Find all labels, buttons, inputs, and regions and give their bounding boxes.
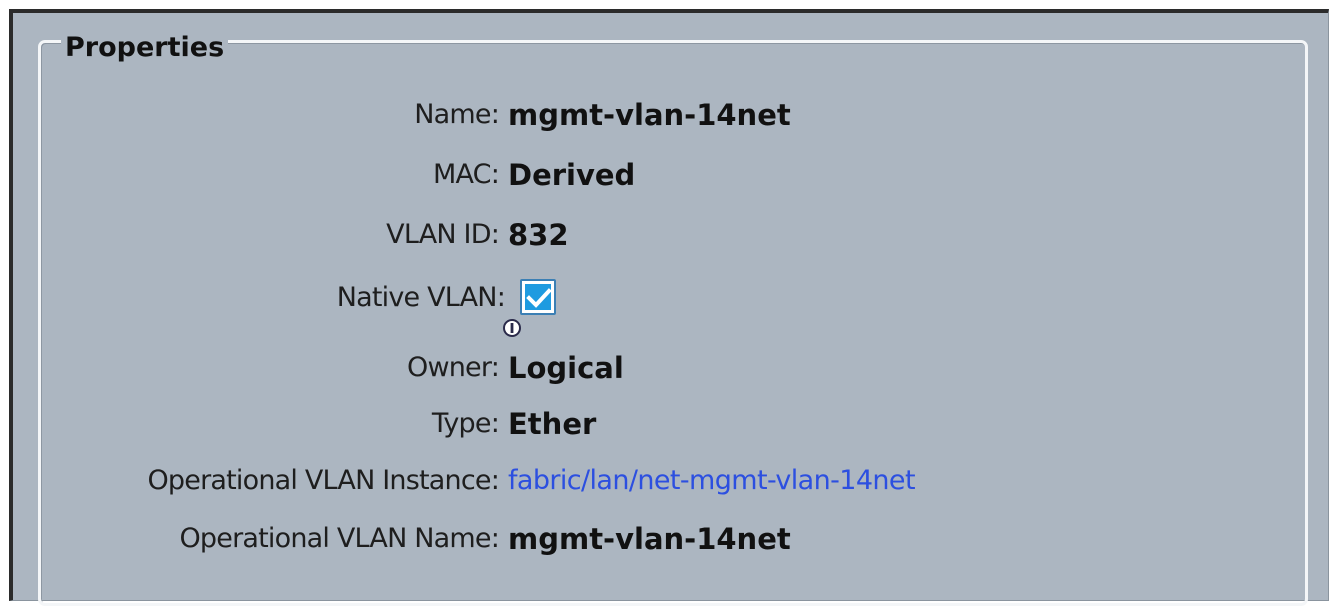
window-frame: Properties Name: mgmt-vlan-14net MAC: De… <box>0 0 1338 608</box>
mac-label: MAC: <box>432 159 500 190</box>
op-vlan-instance-row: Operational VLAN Instance: fabric/lan/ne… <box>13 461 1333 501</box>
type-row: Type: Ether <box>13 404 1333 444</box>
type-value: Ether <box>508 407 597 441</box>
check-icon <box>526 288 552 308</box>
op-vlan-instance-link[interactable]: fabric/lan/net-mgmt-vlan-14net <box>508 461 916 501</box>
owner-row: Owner: Logical <box>13 348 1333 388</box>
op-vlan-name-value: mgmt-vlan-14net <box>508 522 791 556</box>
owner-label: Owner: <box>407 352 500 383</box>
op-vlan-name-label: Operational VLAN Name: <box>179 523 499 554</box>
mac-value: Derived <box>508 158 636 192</box>
native-vlan-row: Native VLAN: <box>13 278 1333 318</box>
op-vlan-name-row: Operational VLAN Name: mgmt-vlan-14net <box>13 519 1333 559</box>
info-icon[interactable] <box>502 318 522 338</box>
vlan-id-value: 832 <box>508 218 569 252</box>
type-label: Type: <box>431 408 500 439</box>
vlan-id-row: VLAN ID: 832 <box>13 215 1333 255</box>
properties-legend: Properties <box>61 29 229 67</box>
mac-row: MAC: Derived <box>13 155 1333 195</box>
properties-panel: Properties Name: mgmt-vlan-14net MAC: De… <box>9 9 1329 606</box>
native-vlan-label: Native VLAN: <box>336 282 506 313</box>
vlan-id-label: VLAN ID: <box>386 219 500 250</box>
name-value: mgmt-vlan-14net <box>508 98 791 132</box>
native-vlan-checkbox[interactable] <box>520 279 556 315</box>
op-vlan-instance-label: Operational VLAN Instance: <box>147 465 499 496</box>
name-row: Name: mgmt-vlan-14net <box>13 95 1333 135</box>
name-label: Name: <box>414 99 500 130</box>
owner-value: Logical <box>508 351 624 385</box>
